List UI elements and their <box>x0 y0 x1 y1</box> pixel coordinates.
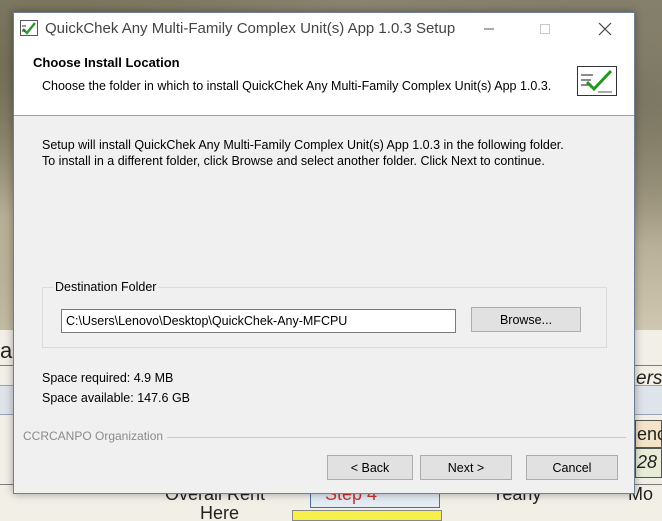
page-subtitle: Choose the folder in which to install Qu… <box>42 79 552 93</box>
background-fragment: Here <box>200 503 240 521</box>
brand-label: CCRCANPO Organization <box>23 429 168 443</box>
quickchek-logo-icon <box>577 66 617 96</box>
back-button[interactable]: < Back <box>327 455 413 480</box>
cancel-button[interactable]: Cancel <box>526 455 618 480</box>
instructions-line: Setup will install QuickChek Any Multi-F… <box>42 138 564 152</box>
background-fragment: 28 <box>637 452 658 472</box>
destination-path-input[interactable] <box>61 309 456 333</box>
window-title: QuickChek Any Multi-Family Complex Unit(… <box>45 20 456 37</box>
minimize-icon <box>484 28 494 29</box>
background-cell <box>292 510 442 521</box>
setup-dialog: QuickChek Any Multi-Family Complex Unit(… <box>13 12 635 494</box>
browse-button[interactable]: Browse... <box>471 307 581 332</box>
instructions-line: To install in a different folder, click … <box>42 154 545 168</box>
background-fragment: ers <box>636 368 662 389</box>
page-title: Choose Install Location <box>33 55 180 70</box>
close-icon <box>598 22 612 35</box>
maximize-button[interactable] <box>522 13 568 44</box>
maximize-icon <box>540 23 550 34</box>
background-fragment: enc <box>637 424 662 444</box>
close-button[interactable] <box>582 13 628 44</box>
next-button[interactable]: Next > <box>420 455 512 480</box>
setup-check-icon <box>20 20 38 36</box>
space-available: Space available: 147.6 GB <box>42 391 191 405</box>
page-header: Choose Install Location Choose the folde… <box>14 44 634 116</box>
destination-folder-label: Destination Folder <box>53 280 159 294</box>
space-required: Space required: 4.9 MB <box>42 371 174 385</box>
background-fragment: a <box>0 338 13 363</box>
minimize-button[interactable] <box>466 13 512 44</box>
install-instructions: Setup will install QuickChek Any Multi-F… <box>42 137 622 169</box>
title-bar[interactable]: QuickChek Any Multi-Family Complex Unit(… <box>14 13 634 44</box>
